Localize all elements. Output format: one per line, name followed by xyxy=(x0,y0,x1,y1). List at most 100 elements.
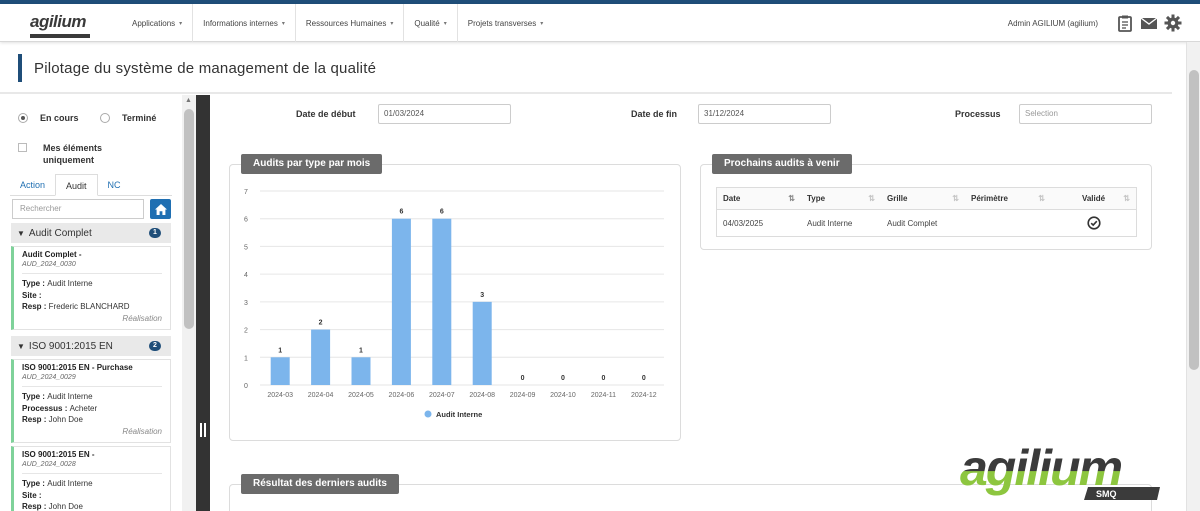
audit-card-title: ISO 9001:2015 EN - Purchase xyxy=(22,363,133,372)
data-label: 0 xyxy=(601,375,605,382)
tab-audit[interactable]: Audit xyxy=(55,174,98,196)
date-debut-label: Date de début xyxy=(296,109,356,119)
clipboard-icon[interactable] xyxy=(1116,14,1134,32)
line-value: John Doe xyxy=(48,415,83,424)
x-tick-label: 2024-04 xyxy=(308,392,334,399)
tab-action[interactable]: Action xyxy=(10,174,55,196)
search-input[interactable]: Rechercher xyxy=(12,199,144,219)
column-header-date[interactable]: Date ⇅ xyxy=(717,188,801,209)
bar xyxy=(391,218,411,385)
chevron-down-icon: ▾ xyxy=(540,20,544,27)
sidebar-tabs: Action Audit NC xyxy=(10,174,172,196)
gear-icon[interactable] xyxy=(1164,14,1182,32)
legend-label: Audit Interne xyxy=(436,410,482,419)
radio-termine-button[interactable] xyxy=(100,113,110,123)
card-divider xyxy=(22,473,162,474)
page-scrollbar-thumb[interactable] xyxy=(1189,70,1199,370)
column-header-type[interactable]: Type ⇅ xyxy=(801,188,881,209)
x-tick-label: 2024-06 xyxy=(389,392,415,399)
audit-card[interactable]: ISO 9001:2015 EN - Purchase AUD_2024_002… xyxy=(11,359,171,443)
column-header-grille[interactable]: Grille ⇅ xyxy=(881,188,965,209)
page-scrollbar[interactable] xyxy=(1186,42,1200,511)
sort-icon: ⇅ xyxy=(952,194,959,203)
main-menu: Applications ▾ Informations internes ▾ Res… xyxy=(122,4,553,42)
line-key: Resp xyxy=(22,302,42,311)
x-tick-label: 2024-12 xyxy=(631,392,657,399)
radio-en-cours[interactable]: En cours xyxy=(18,113,79,123)
y-tick-label: 7 xyxy=(244,189,248,196)
card-line-type: Type : Audit Interne xyxy=(22,392,93,401)
line-value: Acheter xyxy=(69,403,98,413)
card-line-site: Site : xyxy=(22,490,42,500)
audit-card-status: Réalisation xyxy=(122,313,162,323)
x-tick-label: 2024-10 xyxy=(550,392,576,399)
card-line-resp: Resp : John Doe xyxy=(22,415,83,424)
line-key: Type xyxy=(22,479,41,488)
date-fin-field[interactable]: 31/12/2024 xyxy=(698,104,831,124)
audit-card[interactable]: ISO 9001:2015 EN - AUD_2024_0028 Type : … xyxy=(11,446,171,511)
audit-card-id: AUD_2024_0030 xyxy=(22,261,76,268)
check-circle-icon xyxy=(1086,216,1101,230)
agilium-smq-logo: agilium SMQ xyxy=(958,440,1163,502)
menu-ressources-humaines[interactable]: Ressources Humaines ▾ xyxy=(296,4,405,42)
menu-applications[interactable]: Applications ▾ xyxy=(122,4,194,42)
mail-icon[interactable] xyxy=(1140,14,1158,32)
agilium-logo[interactable]: agilium xyxy=(30,12,92,38)
audit-card-id: AUD_2024_0028 xyxy=(22,461,76,468)
menu-projets-transverses[interactable]: Projets transverses ▾ xyxy=(458,4,553,42)
menu-qualite[interactable]: Qualité ▾ xyxy=(404,4,458,42)
column-header-perimetre[interactable]: Périmètre ⇅ xyxy=(965,188,1051,209)
column-header-valide[interactable]: Validé ⇅ xyxy=(1051,188,1136,209)
group-name: Audit Complet xyxy=(28,227,92,239)
sort-icon: ⇅ xyxy=(788,194,795,203)
date-debut-field[interactable]: 01/03/2024 xyxy=(378,104,511,124)
y-tick-label: 6 xyxy=(244,217,248,224)
chart-panel-title: Audits par type par mois xyxy=(241,154,383,174)
current-user[interactable]: Admin AGILIUM (agilium) xyxy=(1008,19,1098,28)
audit-card-id: AUD_2024_0029 xyxy=(22,374,76,381)
cell-grille: Audit Complet xyxy=(887,218,938,228)
upcoming-audits-table: Date ⇅ Type ⇅ Grille ⇅ Périmètre ⇅ Validé ⇅ 0… xyxy=(716,187,1137,237)
sidebar-scrollbar-thumb[interactable] xyxy=(184,109,194,329)
processus-label: Processus xyxy=(955,109,1001,119)
data-label: 3 xyxy=(480,292,484,299)
chevron-down-icon: ▾ xyxy=(179,20,183,27)
scroll-up-icon[interactable]: ▲ xyxy=(185,97,192,104)
line-key: Processus xyxy=(22,403,63,413)
table-row[interactable]: 04/03/2025 Audit Interne Audit Complet xyxy=(717,210,1136,236)
tab-nc[interactable]: NC xyxy=(98,174,131,196)
chevron-down-icon: ▾ xyxy=(443,20,447,27)
chevron-down-icon: ▾ xyxy=(390,20,394,27)
audit-card[interactable]: Audit Complet - AUD_2024_0030 Type : Aud… xyxy=(11,246,171,330)
x-tick-label: 2024-07 xyxy=(429,392,455,399)
group-audit-complet[interactable]: ▼ Audit Complet 1 xyxy=(11,223,171,243)
x-tick-label: 2024-11 xyxy=(591,392,616,399)
radio-en-cours-button[interactable] xyxy=(18,113,28,123)
x-tick-label: 2024-09 xyxy=(510,392,536,399)
caret-down-icon: ▼ xyxy=(17,228,25,238)
card-line-site: Site : xyxy=(22,290,42,300)
radio-en-cours-label: En cours xyxy=(40,113,79,123)
mes-elements-checkbox-row[interactable]: Mes éléments uniquement xyxy=(18,142,123,166)
data-label: 6 xyxy=(399,209,403,216)
logo-underline xyxy=(30,34,90,38)
splitter-grip-icon[interactable] xyxy=(200,423,206,437)
y-tick-label: 0 xyxy=(244,383,248,390)
home-icon xyxy=(154,203,167,215)
card-line-type: Type : Audit Interne xyxy=(22,279,93,288)
data-label: 1 xyxy=(278,347,282,354)
date-fin-label: Date de fin xyxy=(631,109,678,119)
chart-panel: 0 1 2 3 4 5 6 7 1 2024-03 2 2024-04 1 2024-05 6 2024-06… xyxy=(229,164,681,441)
home-button[interactable] xyxy=(150,199,171,219)
audit-card-status: Réalisation xyxy=(122,426,162,436)
processus-select[interactable]: Selection xyxy=(1019,104,1152,124)
sidebar-scrollbar[interactable]: ▲ xyxy=(182,95,196,511)
radio-termine[interactable]: Terminé xyxy=(100,113,156,123)
cell-valide xyxy=(1051,210,1136,236)
menu-informations-internes[interactable]: Informations internes ▾ xyxy=(193,4,296,42)
column-label: Date xyxy=(723,194,741,203)
card-line-processus: Processus : Acheter xyxy=(22,403,98,413)
mes-elements-checkbox[interactable] xyxy=(18,143,27,152)
group-iso-9001[interactable]: ▼ ISO 9001:2015 EN 2 xyxy=(11,336,171,356)
panel-splitter[interactable] xyxy=(196,95,210,511)
